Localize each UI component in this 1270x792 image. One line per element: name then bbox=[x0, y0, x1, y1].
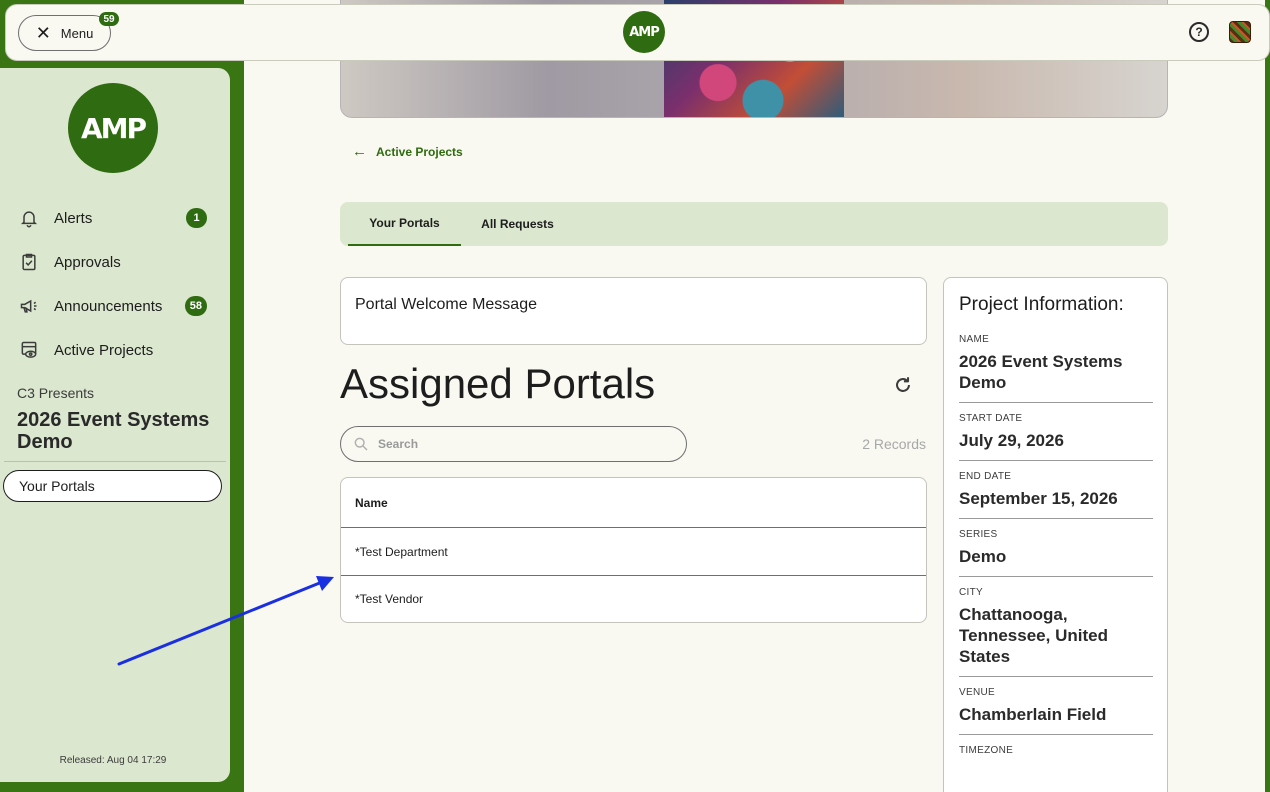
info-value: Demo bbox=[959, 547, 1007, 566]
help-icon[interactable]: ? bbox=[1189, 22, 1209, 42]
search-icon bbox=[354, 437, 368, 451]
sidebar-divider bbox=[4, 461, 226, 462]
presenter-label: C3 Presents bbox=[17, 385, 95, 401]
menu-button-label: Menu bbox=[60, 25, 94, 41]
info-value: July 29, 2026 bbox=[959, 431, 1064, 450]
tab-all-requests[interactable]: All Requests bbox=[465, 202, 570, 246]
info-label: START DATE bbox=[959, 413, 1023, 424]
welcome-message: Portal Welcome Message bbox=[355, 296, 537, 313]
top-bar: ✕ Menu 59 AMP ? bbox=[5, 4, 1270, 61]
bell-icon bbox=[18, 207, 40, 229]
page-title: Assigned Portals bbox=[340, 360, 656, 407]
info-row-start-date: START DATE July 29, 2026 bbox=[959, 413, 1153, 461]
info-value: September 15, 2026 bbox=[959, 489, 1118, 508]
info-value: Chattanooga, Tennessee, United States bbox=[959, 605, 1108, 666]
portals-table: Name *Test Department *Test Vendor bbox=[340, 477, 927, 623]
close-icon: ✕ bbox=[35, 23, 51, 43]
menu-notification-badge: 59 bbox=[99, 12, 119, 26]
sidebar-item-your-portals[interactable]: Your Portals bbox=[3, 470, 222, 502]
info-label: NAME bbox=[959, 334, 990, 345]
sidebar-item-label: Announcements bbox=[54, 297, 163, 315]
info-row-end-date: END DATE September 15, 2026 bbox=[959, 471, 1153, 519]
amp-logo[interactable]: AMP bbox=[623, 11, 665, 53]
sidebar: AMP Alerts 1 Approvals Announcements 58 bbox=[0, 68, 230, 782]
tab-bar: Your Portals All Requests bbox=[340, 202, 1168, 246]
sidebar-item-approvals[interactable]: Approvals bbox=[0, 240, 230, 284]
avatar[interactable] bbox=[1229, 21, 1251, 43]
info-value: 2026 Event Systems Demo bbox=[959, 352, 1123, 392]
info-label: CITY bbox=[959, 587, 983, 598]
release-info: Released: Aug 04 17:29 bbox=[59, 755, 167, 766]
project-name: 2026 Event Systems Demo bbox=[17, 409, 210, 453]
sidebar-amp-logo[interactable]: AMP bbox=[68, 83, 158, 173]
info-row-city: CITY Chattanooga, Tennessee, United Stat… bbox=[959, 587, 1153, 677]
info-label: END DATE bbox=[959, 471, 1012, 482]
sidebar-item-active-projects[interactable]: Active Projects bbox=[0, 328, 230, 372]
back-link-label: Active Projects bbox=[376, 144, 463, 159]
info-label: TIMEZONE bbox=[959, 745, 1014, 756]
info-row-series: SERIES Demo bbox=[959, 529, 1153, 577]
sidebar-item-announcements[interactable]: Announcements 58 bbox=[0, 284, 230, 328]
alerts-count-badge: 1 bbox=[186, 208, 207, 228]
refresh-icon[interactable] bbox=[892, 374, 914, 396]
announcements-count-badge: 58 bbox=[184, 296, 207, 316]
info-value: Chamberlain Field bbox=[959, 705, 1107, 724]
info-label: SERIES bbox=[959, 529, 998, 540]
sidebar-item-label: Alerts bbox=[54, 209, 93, 227]
info-row-venue: VENUE Chamberlain Field bbox=[959, 687, 1153, 735]
back-to-active-projects-link[interactable]: ← Active Projects bbox=[352, 144, 463, 159]
project-eye-icon bbox=[18, 339, 40, 361]
search-input[interactable]: Search bbox=[340, 426, 687, 462]
sidebar-item-label: Active Projects bbox=[54, 341, 154, 359]
megaphone-icon bbox=[18, 295, 40, 317]
project-information-panel: Project Information: NAME 2026 Event Sys… bbox=[943, 277, 1168, 792]
table-header-name[interactable]: Name bbox=[341, 478, 926, 528]
info-label: VENUE bbox=[959, 687, 995, 698]
menu-button[interactable]: ✕ Menu bbox=[18, 15, 111, 51]
info-row-name: NAME 2026 Event Systems Demo bbox=[959, 334, 1153, 403]
info-row-timezone: TIMEZONE bbox=[959, 745, 1153, 771]
record-count: 2 Records bbox=[862, 436, 926, 452]
sidebar-item-alerts[interactable]: Alerts 1 bbox=[0, 196, 230, 240]
project-info-title: Project Information: bbox=[959, 294, 1124, 315]
table-row[interactable]: *Test Vendor bbox=[341, 575, 926, 622]
clipboard-check-icon bbox=[18, 251, 40, 273]
search-placeholder: Search bbox=[378, 437, 419, 451]
sidebar-item-label: Approvals bbox=[54, 253, 121, 271]
tab-your-portals[interactable]: Your Portals bbox=[348, 202, 461, 246]
arrow-left-icon: ← bbox=[352, 143, 367, 160]
portal-welcome-card: Portal Welcome Message bbox=[340, 277, 927, 345]
table-row[interactable]: *Test Department bbox=[341, 528, 926, 575]
sidebar-nav: Alerts 1 Approvals Announcements 58 Acti… bbox=[0, 196, 230, 372]
